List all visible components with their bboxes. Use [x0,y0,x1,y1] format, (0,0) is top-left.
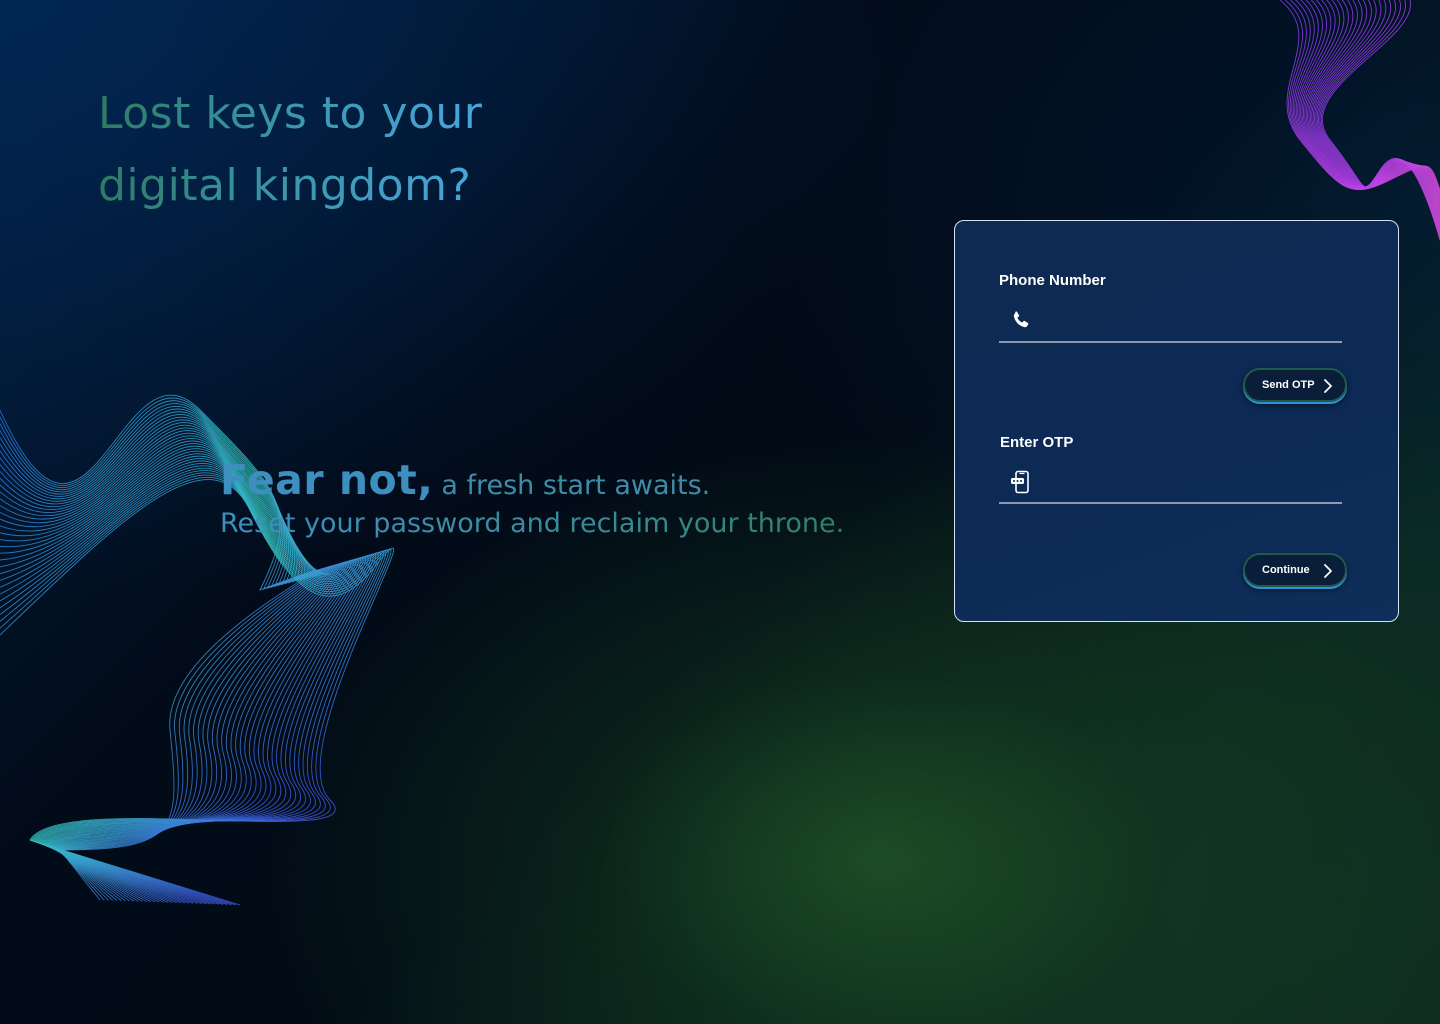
tagline-subtext: a fresh start awaits. [441,470,711,501]
headline-line-2: digital kingdom? [98,160,472,211]
continue-button[interactable]: Continue [1243,553,1347,587]
otp-input[interactable] [1043,464,1337,500]
wave-line [1279,0,1440,191]
wave-line [1319,0,1440,237]
reset-password-card: Phone Number Send OTP Enter OTP Continue [954,220,1399,622]
phone-number-field[interactable] [999,299,1342,343]
chevron-right-icon [1324,564,1332,578]
wave-line [1312,0,1440,227]
continue-label: Continue [1262,564,1310,576]
tagline-line-2: Reset your password and reclaim your thr… [220,508,920,539]
phone-number-label: Phone Number [999,272,1106,289]
tagline-emphasis: Fear not, [220,456,434,504]
tagline: Fear not, a fresh start awaits. Reset yo… [220,456,920,539]
send-otp-button[interactable]: Send OTP [1243,368,1347,402]
decorative-wave-left [0,394,394,906]
send-otp-label: Send OTP [1262,379,1315,391]
phone-number-input[interactable] [1043,303,1337,339]
chevron-right-icon [1324,379,1332,393]
wave-line [1316,0,1440,233]
wave-line [1311,0,1440,225]
decorative-wave-right [1279,0,1440,240]
page-headline: Lost keys to your digital kingdom? [98,78,482,222]
enter-otp-label: Enter OTP [1000,434,1074,451]
otp-device-icon [1011,470,1029,494]
otp-field[interactable] [999,460,1342,504]
phone-icon [1013,311,1029,328]
headline-line-1: Lost keys to your [98,88,483,139]
